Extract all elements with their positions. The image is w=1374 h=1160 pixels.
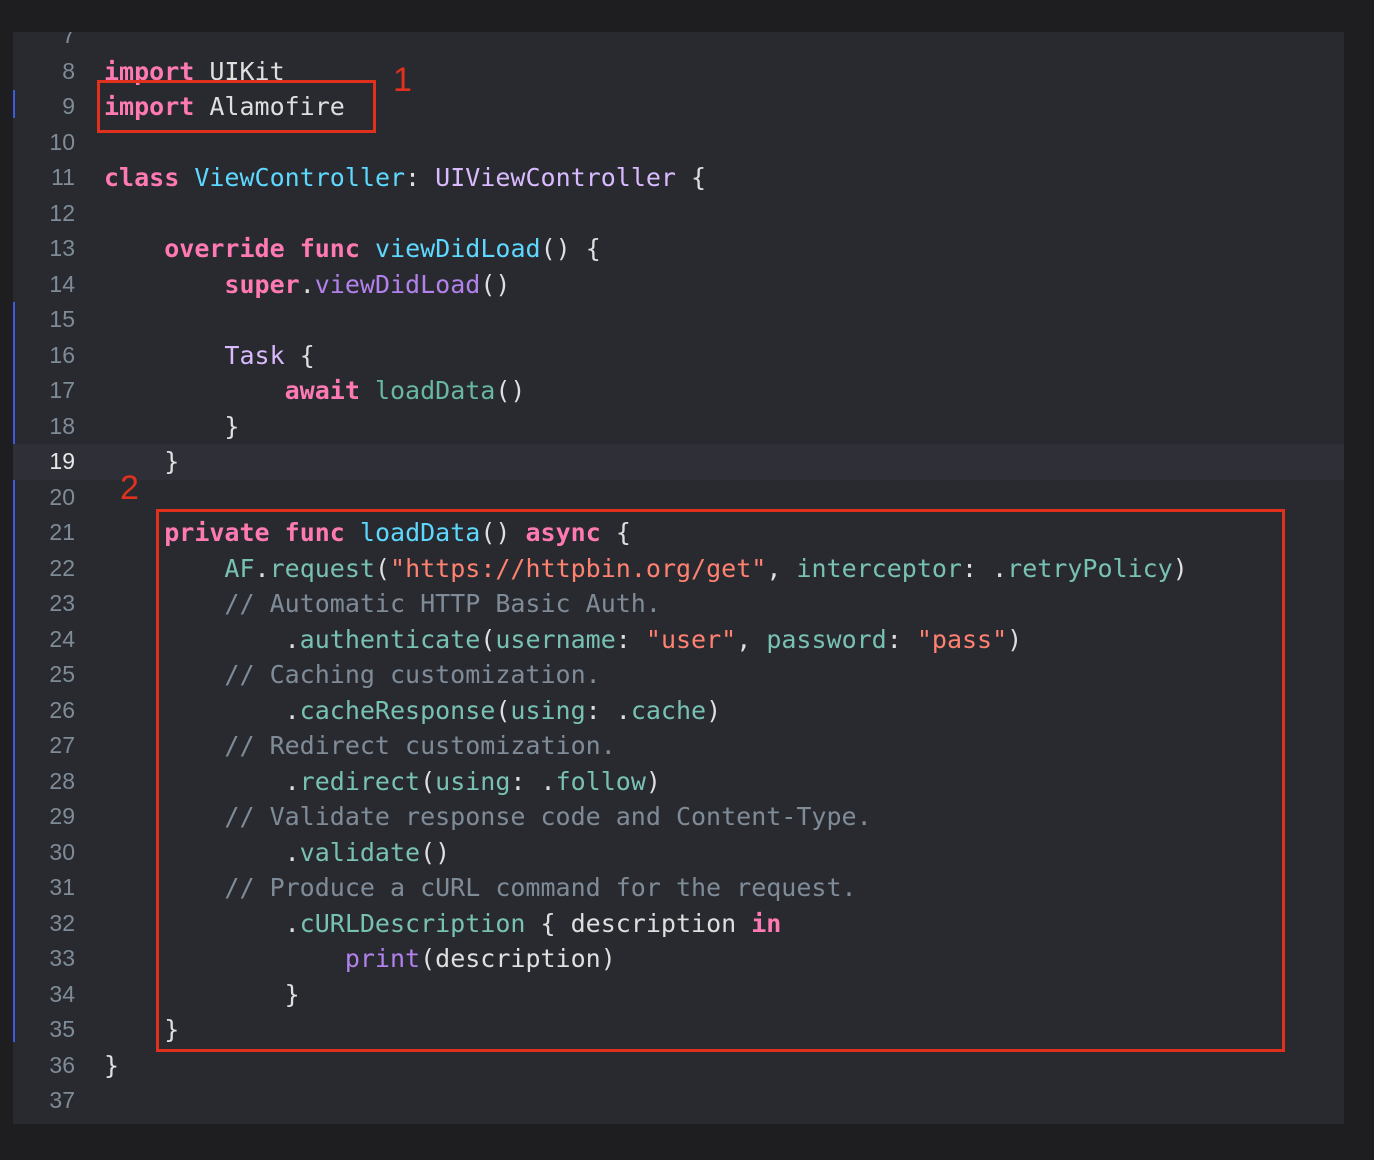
line-code: }: [104, 444, 179, 480]
code-token: }: [104, 411, 240, 441]
code-token: {: [675, 163, 707, 192]
line-number: 35: [49, 1016, 75, 1042]
code-line[interactable]: 18 }: [13, 409, 1344, 445]
code-line[interactable]: 11 class ViewController: UIViewController…: [13, 160, 1344, 196]
line-number: 32: [49, 909, 75, 936]
line-number: 26: [49, 696, 75, 723]
code-line[interactable]: 13 override func viewDidLoad() {: [13, 231, 1344, 267]
code-token: viewDidLoad: [314, 269, 481, 299]
code-token: override: [164, 234, 285, 263]
annotation-box-1: [97, 80, 376, 133]
code-token: {: [284, 340, 315, 370]
code-token: loadData: [374, 376, 496, 405]
line-number: 20: [49, 483, 75, 510]
code-token: func: [299, 234, 360, 263]
code-token: .: [299, 269, 315, 299]
code-line[interactable]: 37: [13, 1083, 1344, 1119]
line-number: 9: [62, 93, 75, 119]
line-number: 8: [62, 57, 75, 84]
line-number: 28: [49, 767, 75, 794]
line-number: 14: [49, 270, 75, 297]
code-token: :: [405, 163, 436, 192]
line-number: 7: [62, 32, 75, 48]
line-number: 22: [49, 554, 75, 581]
line-number: 24: [49, 625, 75, 652]
line-number: 33: [49, 945, 75, 971]
line-number: 12: [49, 199, 75, 226]
line-code: class ViewController: UIViewController {: [104, 160, 706, 196]
code-line[interactable]: 15: [13, 302, 1344, 338]
code-token: ViewController: [194, 163, 406, 192]
code-token: (): [480, 269, 511, 299]
code-line[interactable]: 16 Task {: [13, 338, 1344, 374]
line-number: 25: [49, 661, 75, 687]
code-token: viewDidLoad: [374, 234, 541, 263]
line-number: 18: [49, 412, 75, 439]
line-number: 34: [49, 980, 75, 1007]
line-number: 11: [51, 164, 75, 190]
annotation-label-1: 1: [393, 61, 412, 99]
code-token: }: [104, 447, 180, 476]
line-number: 13: [49, 235, 75, 261]
line-number: 27: [49, 732, 75, 758]
line-number: 19: [49, 448, 75, 474]
code-token: UIViewController: [435, 163, 676, 192]
line-number: 17: [49, 377, 75, 403]
line-code: }: [104, 1048, 119, 1084]
code-token: await: [284, 376, 360, 405]
code-line[interactable]: 19 }: [13, 444, 1344, 480]
code-line[interactable]: 14 super.viewDidLoad(): [13, 267, 1344, 303]
line-number: 16: [49, 341, 75, 368]
line-number: 21: [49, 519, 75, 545]
code-token: Task: [224, 340, 285, 370]
line-code: }: [104, 409, 239, 445]
line-code: super.viewDidLoad(): [104, 267, 510, 303]
line-number: 36: [49, 1051, 75, 1078]
code-line[interactable]: 12: [13, 196, 1344, 232]
line-code: await loadData(): [104, 373, 526, 409]
code-token: () {: [540, 234, 601, 263]
line-number: 29: [49, 803, 75, 829]
line-code: Task {: [104, 338, 315, 374]
annotation-label-2: 2: [120, 469, 139, 507]
code-line[interactable]: 36}: [13, 1048, 1344, 1084]
line-code: override func viewDidLoad() {: [104, 231, 601, 267]
annotation-box-2: [156, 509, 1285, 1052]
code-token: super: [224, 269, 300, 299]
line-number: 30: [49, 838, 75, 865]
code-line[interactable]: 17 await loadData(): [13, 373, 1344, 409]
line-number: 37: [49, 1087, 75, 1113]
line-number: 10: [49, 128, 75, 155]
code-token: (): [495, 376, 526, 405]
code-token: class: [104, 163, 180, 192]
line-number: 15: [49, 306, 75, 332]
line-number: 23: [49, 590, 75, 616]
code-line[interactable]: 7: [13, 32, 1344, 54]
code-token: }: [104, 1050, 120, 1080]
line-number: 31: [49, 874, 75, 900]
